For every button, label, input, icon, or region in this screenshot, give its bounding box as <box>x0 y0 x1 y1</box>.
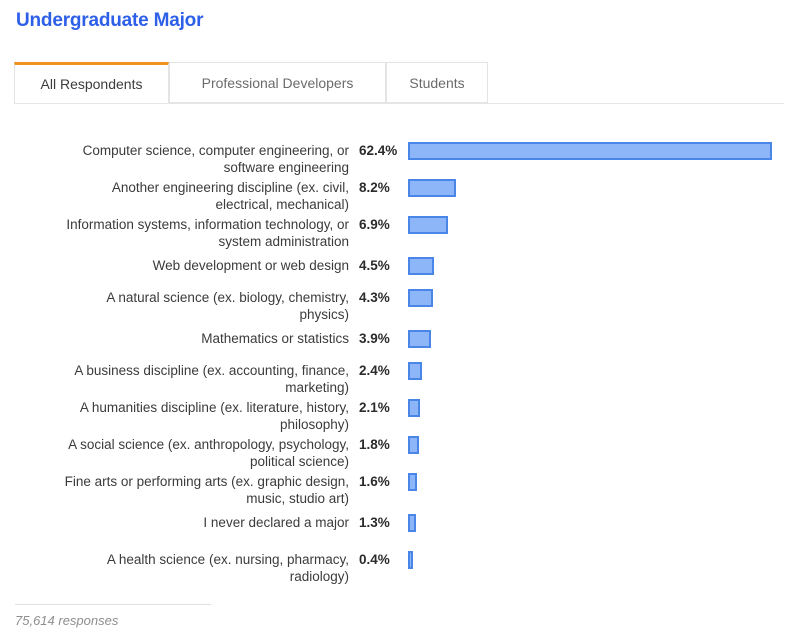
chart-row-label: A health science (ex. nursing, pharmacy,… <box>0 551 349 585</box>
chart-row-label: I never declared a major <box>0 514 349 531</box>
chart-row-label-line: Another engineering discipline (ex. civi… <box>111 180 349 195</box>
chart-row-value: 3.9% <box>359 331 390 346</box>
chart-row-value: 2.1% <box>359 400 390 415</box>
chart-row: A social science (ex. anthropology, psyc… <box>0 436 800 470</box>
chart-row-value: 0.4% <box>359 552 390 567</box>
chart-row: A business discipline (ex. accounting, f… <box>0 362 800 396</box>
page-title: Undergraduate Major <box>16 10 204 31</box>
chart-row-label: A natural science (ex. biology, chemistr… <box>0 289 349 323</box>
chart-row-label: Computer science, computer engineering, … <box>0 142 349 176</box>
chart-row: Another engineering discipline (ex. civi… <box>0 179 800 213</box>
chart-row-label-line: software engineering <box>223 160 349 175</box>
chart-bar[interactable] <box>408 399 421 417</box>
chart-row-label: A humanities discipline (ex. literature,… <box>0 399 349 433</box>
chart-bar[interactable] <box>408 142 772 160</box>
chart-bar-cell <box>401 289 800 307</box>
footer-divider <box>15 604 211 605</box>
chart-row: A natural science (ex. biology, chemistr… <box>0 289 800 323</box>
chart-row-value: 1.8% <box>359 437 390 452</box>
chart-row-label-line: A natural science (ex. biology, chemistr… <box>106 290 349 305</box>
chart-bar-cell <box>401 330 800 348</box>
chart-row-label: Another engineering discipline (ex. civi… <box>0 179 349 213</box>
chart-row: A humanities discipline (ex. literature,… <box>0 399 800 433</box>
chart-bar-cell <box>401 179 800 197</box>
chart-bar[interactable] <box>408 257 435 275</box>
tab-strip: All Respondents Professional Developers … <box>0 62 800 104</box>
chart-bar-cell <box>401 362 800 380</box>
chart-row-label: Information systems, information technol… <box>0 216 349 250</box>
chart-bar[interactable] <box>408 362 422 380</box>
chart-bar[interactable] <box>408 514 416 532</box>
chart-row-value: 1.6% <box>359 474 390 489</box>
chart-row-label-line: electrical, mechanical) <box>215 197 349 212</box>
chart-row-label-line: Computer science, computer engineering, … <box>82 143 349 158</box>
chart-row-label-line: A business discipline (ex. accounting, f… <box>74 363 349 378</box>
chart-row-label: Mathematics or statistics <box>0 330 349 347</box>
chart-row: Web development or web design 4.5% <box>0 257 800 275</box>
chart-row-value: 6.9% <box>359 217 390 232</box>
chart-bar-cell <box>401 216 800 234</box>
chart-bar[interactable] <box>408 436 419 454</box>
chart-bar-cell <box>401 551 800 569</box>
chart-row-label-line: physics) <box>299 307 349 322</box>
chart-row: Fine arts or performing arts (ex. graphi… <box>0 473 800 507</box>
chart-row: A health science (ex. nursing, pharmacy,… <box>0 551 800 585</box>
chart-row-label: A social science (ex. anthropology, psyc… <box>0 436 349 470</box>
chart-row-label-line: radiology) <box>289 569 349 584</box>
chart-row-value: 1.3% <box>359 515 390 530</box>
chart-row-label-line: political science) <box>249 454 349 469</box>
chart-row: Computer science, computer engineering, … <box>0 142 800 176</box>
chart-bar-cell <box>401 257 800 275</box>
chart-bar-cell <box>401 399 800 417</box>
chart-row-label-line: philosophy) <box>279 417 349 432</box>
chart-bar-cell <box>401 514 800 532</box>
chart-row: Mathematics or statistics 3.9% <box>0 330 800 348</box>
chart-row-label-line: marketing) <box>285 380 349 395</box>
chart-bar-cell <box>401 473 800 491</box>
chart-bar-cell <box>401 142 800 160</box>
chart-row-value: 8.2% <box>359 180 390 195</box>
chart-bar[interactable] <box>408 473 418 491</box>
chart-row-label: A business discipline (ex. accounting, f… <box>0 362 349 396</box>
chart-row-label: Web development or web design <box>0 257 349 274</box>
chart-row-value: 2.4% <box>359 363 390 378</box>
chart-row-label-line: Fine arts or performing arts (ex. graphi… <box>64 474 349 489</box>
chart-row-label-line: Information systems, information technol… <box>66 217 349 232</box>
chart-row-label-line: A health science (ex. nursing, pharmacy, <box>106 552 349 567</box>
chart-row-label: Fine arts or performing arts (ex. graphi… <box>0 473 349 507</box>
chart-row: Information systems, information technol… <box>0 216 800 250</box>
chart-bar[interactable] <box>408 551 413 569</box>
chart-row-value: 4.5% <box>359 258 390 273</box>
chart-row-label-line: Mathematics or statistics <box>201 331 349 346</box>
chart-bar-cell <box>401 436 800 454</box>
chart-bar[interactable] <box>408 216 449 234</box>
chart-bar[interactable] <box>408 330 431 348</box>
response-count: 75,614 responses <box>15 613 119 628</box>
tab-baseline <box>14 103 784 104</box>
chart-bar[interactable] <box>408 179 456 197</box>
chart-row-value: 4.3% <box>359 290 390 305</box>
chart-bar[interactable] <box>408 289 434 307</box>
chart-row: I never declared a major 1.3% <box>0 514 800 532</box>
chart-row-value: 62.4% <box>359 143 398 158</box>
chart-row-label-line: A social science (ex. anthropology, psyc… <box>68 437 349 452</box>
chart-row-label-line: A humanities discipline (ex. literature,… <box>79 400 349 415</box>
chart-row-label-line: I never declared a major <box>203 515 349 530</box>
tab-students[interactable]: Students <box>386 62 488 103</box>
chart-row-label-line: system administration <box>218 234 349 249</box>
chart-row-label-line: music, studio art) <box>246 491 349 506</box>
chart-row-label-line: Web development or web design <box>152 258 349 273</box>
tab-all-respondents[interactable]: All Respondents <box>14 62 169 103</box>
tab-professional-developers[interactable]: Professional Developers <box>169 62 386 103</box>
